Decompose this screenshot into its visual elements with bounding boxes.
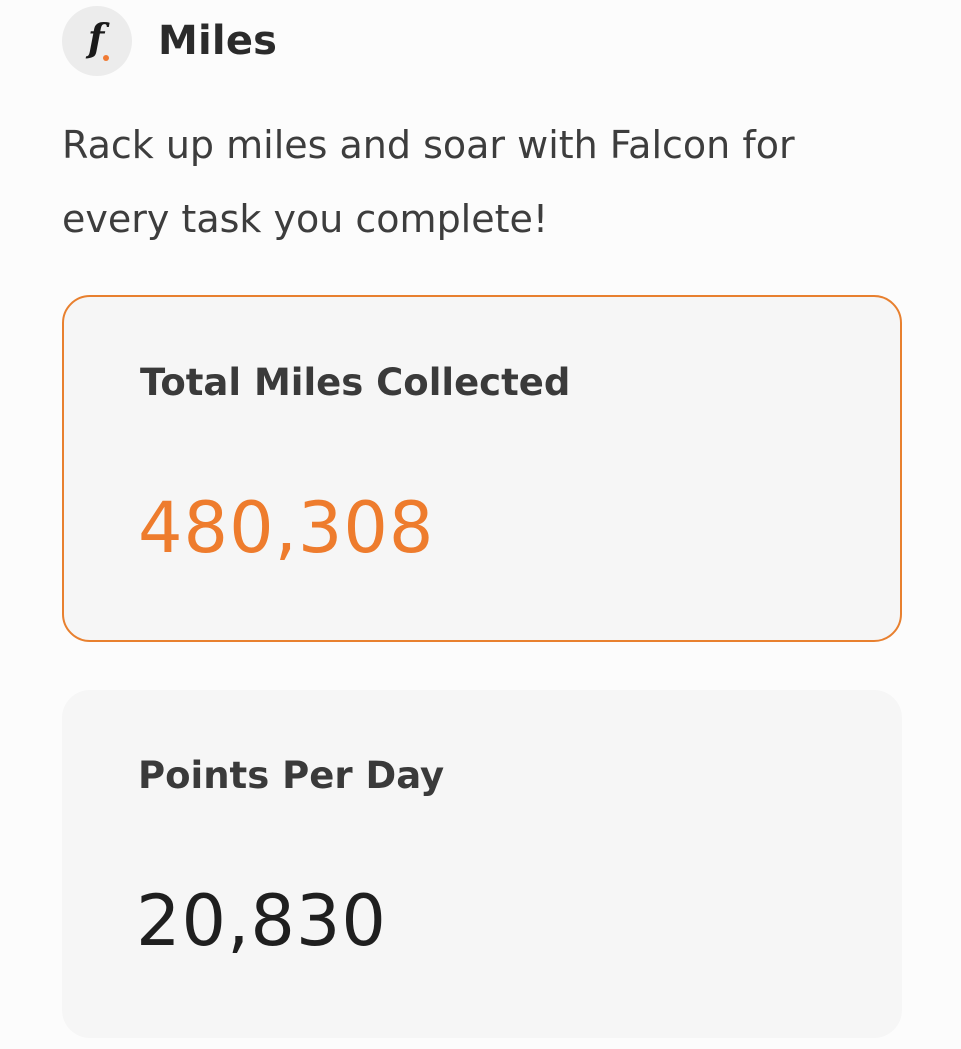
points-per-day-label: Points Per Day [138,754,445,797]
total-miles-value: 480,308 [138,487,435,569]
falcon-logo-icon: f [62,6,132,76]
miles-header: f Miles [62,6,277,76]
points-per-day-value: 20,830 [136,880,387,962]
total-miles-label: Total Miles Collected [140,361,571,404]
total-miles-card: Total Miles Collected 480,308 [62,295,902,642]
logo-dot [103,55,109,61]
miles-description: Rack up miles and soar with Falcon for e… [62,123,795,241]
page-title: Miles [158,18,278,64]
logo-letter: f [87,15,105,60]
points-per-day-card: Points Per Day 20,830 [62,690,902,1038]
